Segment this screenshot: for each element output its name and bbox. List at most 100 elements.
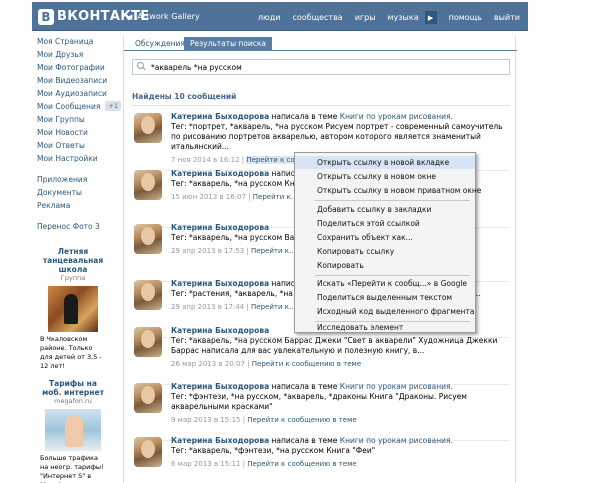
sidebar-item-photo-transfer[interactable]: Перенос Фото 3 [37, 220, 121, 233]
ctx-save-object[interactable]: Сохранить объект как... [295, 231, 475, 244]
sidebar-item-apps[interactable]: Приложения [37, 173, 121, 186]
left-sidebar: Моя Страница Мои Друзья Мои Фотографии М… [37, 35, 121, 483]
post-text: Тег: *портрет, *акварель, *на русском Ри… [171, 122, 503, 151]
nav-people[interactable]: люди [258, 13, 281, 22]
ad-dance-school[interactable]: Летняя танцевальная школа Группа В Чкало… [40, 247, 106, 371]
sidebar-item-label: Реклама [37, 201, 71, 210]
ad-title[interactable]: Летняя танцевальная школа [40, 247, 106, 274]
sidebar-item-label: Мои Аудиозаписи [37, 89, 107, 98]
post-action: написала в теме [271, 436, 338, 445]
author-link[interactable]: Катерина Быходорова [171, 223, 269, 232]
author-link[interactable]: Катерина Быходорова [171, 279, 269, 288]
topic-link[interactable]: Книги по урокам рисования. [340, 382, 453, 391]
ad-image[interactable] [48, 286, 98, 332]
topic-link[interactable]: Книги по урокам рисования. [340, 112, 453, 121]
nav-games[interactable]: игры [355, 13, 376, 22]
ad-image[interactable] [45, 409, 101, 451]
author-link[interactable]: Катерина Быходорова [171, 326, 269, 335]
ctx-inspect-element[interactable]: Исследовать элемент [295, 321, 475, 334]
sidebar-item-settings[interactable]: Мои Настройки [37, 152, 121, 165]
goto-message-link[interactable]: Перейти к сообщению в теме [252, 360, 361, 368]
ad-subtitle: megafon.ru [54, 397, 92, 405]
ctx-search-google[interactable]: Искать «Перейти к сообщ...» в Google [295, 277, 475, 290]
post-text: Тег: *акварель, *фэнтези, *на русском Кн… [171, 446, 376, 455]
sidebar-item-label: Мои Сообщения [37, 102, 101, 111]
tab-discussions[interactable]: Обсуждения [129, 37, 191, 51]
sidebar-item-answers[interactable]: Мои Ответы [37, 139, 121, 152]
results-count: Найдены 10 сообщений [132, 92, 510, 106]
avatar[interactable] [134, 224, 162, 254]
sidebar-item-label: Документы [37, 188, 82, 197]
play-icon[interactable]: ▶ [424, 11, 437, 24]
author-link[interactable]: Катерина Быходорова [171, 436, 269, 445]
ctx-open-private-window[interactable]: Открыть ссылку в новом приватном окне [295, 184, 481, 197]
author-link[interactable]: Катерина Быходорова [171, 382, 269, 391]
menu-separator [315, 275, 470, 276]
list-item: Катерина Быходорова Тег: *акварель, *на … [134, 325, 509, 385]
header: В ВКОНТАКТЕ ◀ Artwork Gallery люди сообщ… [32, 2, 528, 31]
avatar[interactable] [134, 113, 162, 143]
goto-message-link[interactable]: Перейти к сообщению в теме [247, 416, 356, 424]
goto-message-link[interactable]: Перейти к... [251, 247, 296, 255]
sidebar-item-ads[interactable]: Реклама [37, 199, 121, 212]
sidebar-item-label: Приложения [37, 175, 88, 184]
ctx-share-link[interactable]: Поделиться этой ссылкой [295, 217, 475, 230]
post-date: 29 апр 2013 в 17:53 [171, 247, 245, 255]
sidebar-item-documents[interactable]: Документы [37, 186, 121, 199]
ctx-bookmark-link[interactable]: Добавить ссылку в закладки [295, 203, 475, 216]
breadcrumb[interactable]: ◀ Artwork Gallery [127, 12, 200, 21]
ad-megafon[interactable]: Тарифы на моб. интернет megafon.ru Больш… [40, 379, 106, 483]
avatar[interactable] [134, 437, 162, 467]
avatar[interactable] [134, 327, 162, 357]
avatar[interactable] [134, 383, 162, 413]
sidebar-item-label: Мои Новости [37, 128, 88, 137]
ctx-open-new-window[interactable]: Открыть ссылку в новом окне [295, 170, 475, 183]
goto-message-link[interactable]: Перейти к сообщению в теме [247, 460, 356, 468]
goto-message-link[interactable]: Перейти к... [251, 303, 296, 311]
tab-bar: Обсуждения Результаты поиска [124, 35, 517, 51]
menu-separator [315, 200, 470, 201]
search-query: *акварель *на русском [151, 62, 242, 72]
avatar[interactable] [134, 170, 162, 200]
sidebar-item-friends[interactable]: Мои Друзья [37, 48, 121, 61]
author-link[interactable]: Катерина Быходорова [171, 169, 269, 178]
ctx-copy-link[interactable]: Копировать ссылку [295, 245, 475, 258]
sidebar-item-label: Мои Видеозаписи [37, 76, 108, 85]
sidebar-item-photos[interactable]: Мои Фотографии [37, 61, 121, 74]
nav-help[interactable]: помощь [449, 13, 482, 22]
sidebar-item-label: Мои Группы [37, 115, 85, 124]
context-menu: Открыть ссылку в новой вкладке Открыть с… [294, 152, 481, 334]
goto-message-link[interactable]: Перейти к... [253, 193, 298, 201]
topic-link[interactable]: Книги по урокам рисования. [340, 436, 453, 445]
nav-logout[interactable]: выйти [494, 13, 520, 22]
sidebar-item-news[interactable]: Мои Новости [37, 126, 121, 139]
ctx-share-selection[interactable]: Поделиться выделенным текстом [295, 291, 475, 304]
search-input[interactable]: *акварель *на русском [132, 59, 510, 75]
logo-mark: В [38, 8, 54, 25]
post-date: 9 мар 2013 в 15:15 [171, 416, 241, 424]
ctx-open-new-tab[interactable]: Открыть ссылку в новой вкладке [295, 156, 475, 169]
sidebar-item-messages[interactable]: Мои Сообщения +1 [37, 100, 121, 113]
post-date: 6 мар 2013 в 15:11 [171, 460, 241, 468]
post-date: 15 июн 2013 в 16:07 [171, 193, 246, 201]
sidebar-item-my-page[interactable]: Моя Страница [37, 35, 121, 48]
sidebar-item-groups[interactable]: Мои Группы [37, 113, 121, 126]
ad-title[interactable]: Тарифы на моб. интернет [40, 379, 106, 397]
author-link[interactable]: Катерина Быходорова [171, 112, 269, 121]
ctx-view-selection-source[interactable]: Исходный код выделенного фрагмента [295, 305, 475, 318]
tab-search-results[interactable]: Результаты поиска [184, 37, 273, 51]
sidebar-item-label: Мои Фотографии [37, 63, 105, 72]
post-date: 7 ноя 2014 в 16:12 [171, 156, 240, 164]
nav-music[interactable]: музыка [388, 13, 419, 22]
sidebar-item-label: Мои Друзья [37, 50, 84, 59]
back-arrow-icon: ◀ [127, 12, 133, 21]
avatar[interactable] [134, 280, 162, 310]
sidebar-item-label: Перенос Фото 3 [37, 222, 100, 231]
sidebar-item-videos[interactable]: Мои Видеозаписи [37, 74, 121, 87]
ad-subtitle: Группа [60, 274, 86, 282]
ctx-copy[interactable]: Копировать [295, 259, 475, 272]
breadcrumb-label: Artwork Gallery [137, 12, 200, 21]
list-item: Катерина Быходорова написала в теме Книг… [134, 435, 509, 483]
nav-communities[interactable]: сообщества [292, 13, 342, 22]
sidebar-item-audio[interactable]: Мои Аудиозаписи [37, 87, 121, 100]
